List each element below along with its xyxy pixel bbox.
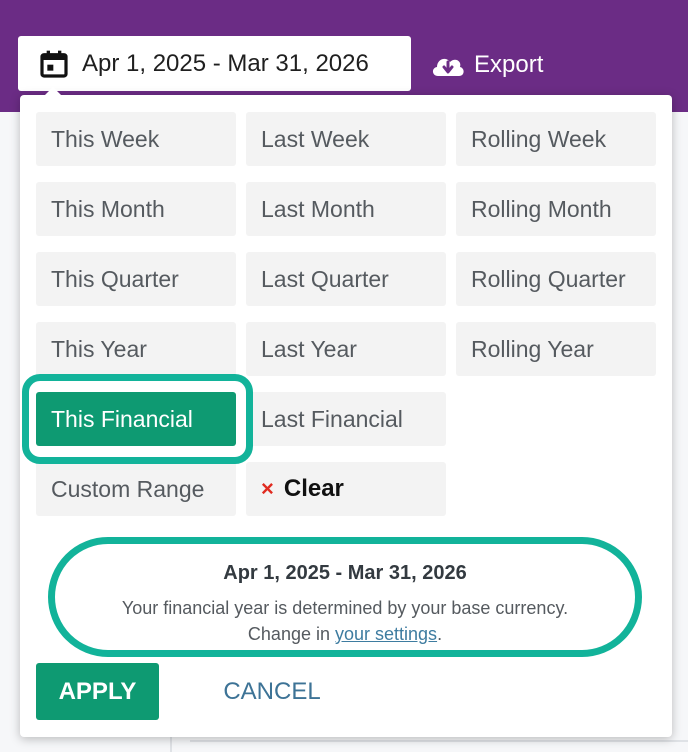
financial-year-info: Apr 1, 2025 - Mar 31, 2026 Your financia…: [48, 537, 642, 657]
info-description: Your financial year is determined by you…: [55, 595, 635, 647]
preset-this-week[interactable]: This Week: [36, 112, 236, 166]
preset-last-financial[interactable]: Last Financial: [246, 392, 446, 446]
info-change-prefix: Change in: [247, 624, 335, 644]
apply-button[interactable]: APPLY: [36, 663, 159, 720]
preset-this-month[interactable]: This Month: [36, 182, 236, 236]
clear-label: Clear: [283, 475, 344, 502]
close-icon: ×: [261, 476, 274, 501]
preset-last-quarter[interactable]: Last Quarter: [246, 252, 446, 306]
dropdown-caret: [44, 87, 62, 96]
export-button[interactable]: Export: [430, 46, 543, 84]
calendar-icon: [40, 50, 68, 78]
preset-rolling-week[interactable]: Rolling Week: [456, 112, 656, 166]
preset-this-financial[interactable]: This Financial: [36, 392, 236, 446]
settings-link[interactable]: your settings: [335, 624, 437, 644]
preset-last-week[interactable]: Last Week: [246, 112, 446, 166]
date-range-label: Apr 1, 2025 - Mar 31, 2026: [82, 49, 369, 77]
clear-button[interactable]: × Clear: [246, 462, 446, 516]
info-description-text: Your financial year is determined by you…: [121, 598, 569, 618]
date-range-button[interactable]: Apr 1, 2025 - Mar 31, 2026: [18, 36, 411, 91]
info-change-suffix: .: [437, 624, 443, 644]
preset-this-quarter[interactable]: This Quarter: [36, 252, 236, 306]
cloud-download-icon: [432, 58, 464, 76]
preset-rolling-year[interactable]: Rolling Year: [456, 322, 656, 376]
preset-custom-range[interactable]: Custom Range: [36, 462, 236, 516]
preset-last-month[interactable]: Last Month: [246, 182, 446, 236]
info-date-range: Apr 1, 2025 - Mar 31, 2026: [223, 562, 467, 584]
preset-last-year[interactable]: Last Year: [246, 322, 446, 376]
cancel-button[interactable]: CANCEL: [210, 663, 334, 720]
preset-rolling-quarter[interactable]: Rolling Quarter: [456, 252, 656, 306]
background-divider: [190, 740, 688, 742]
preset-this-year[interactable]: This Year: [36, 322, 236, 376]
preset-rolling-month[interactable]: Rolling Month: [456, 182, 656, 236]
export-label: Export: [474, 51, 544, 78]
